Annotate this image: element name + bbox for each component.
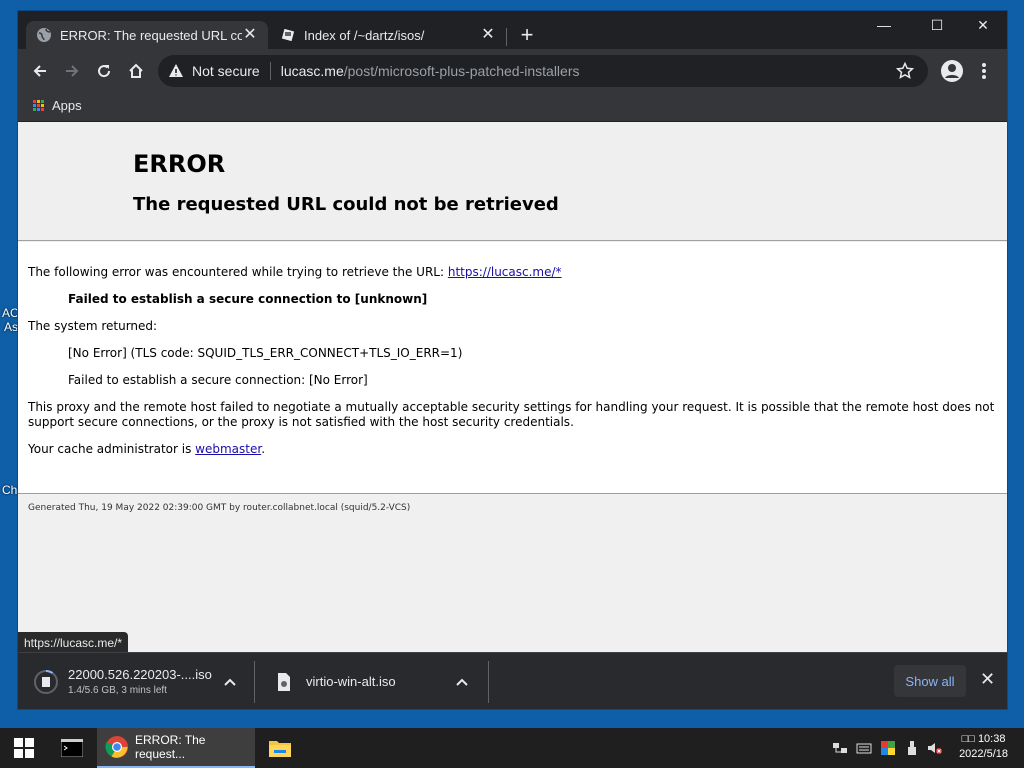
admin-prefix: Your cache administrator is — [28, 442, 196, 456]
desktop-icon-label: As — [4, 320, 19, 334]
download-filename: virtio-win-alt.iso — [306, 674, 396, 689]
requested-url-link[interactable]: https://lucasc.me/* — [448, 265, 562, 279]
tls-error-code: [No Error] (TLS code: SQUID_TLS_ERR_CONN… — [68, 346, 463, 360]
close-tab-icon[interactable]: ✕ — [480, 27, 496, 43]
downloads-bar: 22000.526.220203-....iso 1.4/5.6 GB, 3 m… — [18, 652, 1007, 709]
apps-label: Apps — [52, 98, 82, 113]
omnibox-divider — [269, 62, 271, 80]
url-path: /post/microsoft-plus-patched-installers — [343, 63, 580, 79]
reload-button[interactable] — [92, 59, 116, 83]
ime-indicator: □□ — [961, 733, 975, 745]
apps-grid-icon — [33, 100, 44, 111]
explanation-text: This proxy and the remote host failed to… — [28, 400, 995, 429]
server-icon — [280, 27, 296, 43]
folder-icon — [269, 741, 291, 757]
apps-shortcut[interactable]: Apps — [33, 98, 82, 113]
star-icon[interactable] — [896, 62, 914, 80]
close-window-button[interactable]: ✕ — [960, 11, 1006, 41]
forward-button[interactable] — [60, 59, 84, 83]
tab-strip: ERROR: The requested URL could not be re… — [18, 11, 1007, 49]
security-status[interactable]: Not secure — [192, 63, 260, 79]
clock-time: 10:38 — [977, 733, 1006, 745]
secure-connection-error: Failed to establish a secure connection:… — [68, 373, 368, 387]
system-returned-label: The system returned: — [28, 319, 158, 333]
warning-icon — [169, 64, 183, 77]
browser-window: ERROR: The requested URL could not be re… — [18, 11, 1007, 709]
chevron-up-icon[interactable] — [224, 673, 236, 689]
start-button[interactable] — [0, 728, 48, 768]
download-progress-icon — [34, 669, 58, 694]
address-bar[interactable]: Not secure lucasc.me /post/microsoft-plu… — [158, 55, 928, 87]
color-profile-icon[interactable] — [880, 740, 896, 756]
terminal-icon — [61, 739, 83, 757]
chrome-icon — [105, 736, 128, 758]
file-explorer-button[interactable] — [258, 728, 302, 768]
back-button[interactable] — [28, 59, 52, 83]
webmaster-link[interactable]: webmaster — [195, 442, 261, 456]
page-subtitle: The requested URL could not be retrieved — [133, 194, 559, 215]
windows-logo-icon — [14, 738, 34, 758]
download-divider — [488, 661, 489, 703]
failure-message: Failed to establish a secure connection … — [68, 292, 428, 306]
error-header: ERROR The requested URL could not be ret… — [18, 122, 1007, 241]
footer-generated: Generated Thu, 19 May 2022 02:39:00 GMT … — [28, 503, 411, 513]
download-divider — [254, 661, 255, 703]
admin-suffix: . — [261, 442, 266, 456]
desktop-icon-label: Ch — [2, 483, 18, 497]
show-all-button[interactable]: Show all — [894, 665, 966, 697]
close-downloads-button[interactable]: ✕ — [980, 669, 995, 690]
terminal-taskbar-button[interactable] — [50, 728, 94, 768]
tab-title: Index of /~dartz/isos/ — [304, 27, 425, 43]
reload-icon — [98, 65, 111, 78]
more-menu-icon[interactable] — [976, 61, 992, 81]
download-filename: 22000.526.220203-....iso — [68, 667, 212, 682]
tab-title: ERROR: The requested URL could not be re… — [60, 27, 242, 43]
url-host: lucasc.me — [280, 63, 344, 79]
desktop-icon-label: AC — [2, 306, 19, 320]
error-body: The following error was encountered whil… — [18, 242, 1007, 494]
bookmarks-bar: Apps — [18, 93, 1007, 122]
page-content: ERROR The requested URL could not be ret… — [18, 122, 1007, 652]
tab-error[interactable]: ERROR: The requested URL could not be re… — [26, 21, 268, 49]
admin-text: Your cache administrator is webmaster. — [28, 442, 996, 457]
taskbar: ERROR: The request... □□ 10:38 2022/5/18 — [0, 728, 1024, 768]
account-icon[interactable] — [940, 59, 964, 83]
maximize-button[interactable]: ☐ — [914, 11, 960, 41]
new-tab-button[interactable]: + — [516, 24, 538, 47]
forward-arrow-icon — [66, 65, 79, 77]
download-status: 1.4/5.6 GB, 3 mins left — [68, 685, 167, 696]
status-bubble: https://lucasc.me/* — [18, 632, 129, 654]
toolbar: Not secure lucasc.me /post/microsoft-plu… — [18, 49, 1007, 93]
chrome-taskbar-button[interactable]: ERROR: The request... — [97, 728, 255, 768]
download-item[interactable]: virtio-win-alt.iso — [272, 653, 482, 710]
volume-muted-icon[interactable] — [926, 740, 942, 756]
chevron-up-icon[interactable] — [456, 673, 468, 689]
home-icon — [129, 63, 143, 78]
back-arrow-icon — [33, 65, 46, 77]
intro-prefix: The following error was encountered whil… — [28, 265, 448, 279]
file-icon — [278, 672, 290, 691]
home-button[interactable] — [124, 59, 148, 83]
tab-divider — [506, 28, 507, 46]
intro-text: The following error was encountered whil… — [28, 265, 996, 280]
download-item[interactable]: 22000.526.220203-....iso 1.4/5.6 GB, 3 m… — [34, 653, 244, 710]
page-title: ERROR — [133, 150, 226, 178]
network-icon[interactable] — [832, 740, 848, 756]
system-clock[interactable]: □□ 10:38 2022/5/18 — [959, 732, 1008, 762]
globe-icon — [36, 27, 52, 43]
usb-icon[interactable] — [904, 740, 920, 756]
clock-date: 2022/5/18 — [959, 748, 1008, 760]
minimize-button[interactable]: — — [861, 11, 907, 41]
keyboard-icon[interactable] — [856, 740, 872, 756]
tab-index[interactable]: Index of /~dartz/isos/ ✕ — [270, 21, 506, 49]
close-tab-icon[interactable]: ✕ — [242, 27, 258, 43]
taskbar-window-title: ERROR: The request... — [135, 733, 206, 761]
